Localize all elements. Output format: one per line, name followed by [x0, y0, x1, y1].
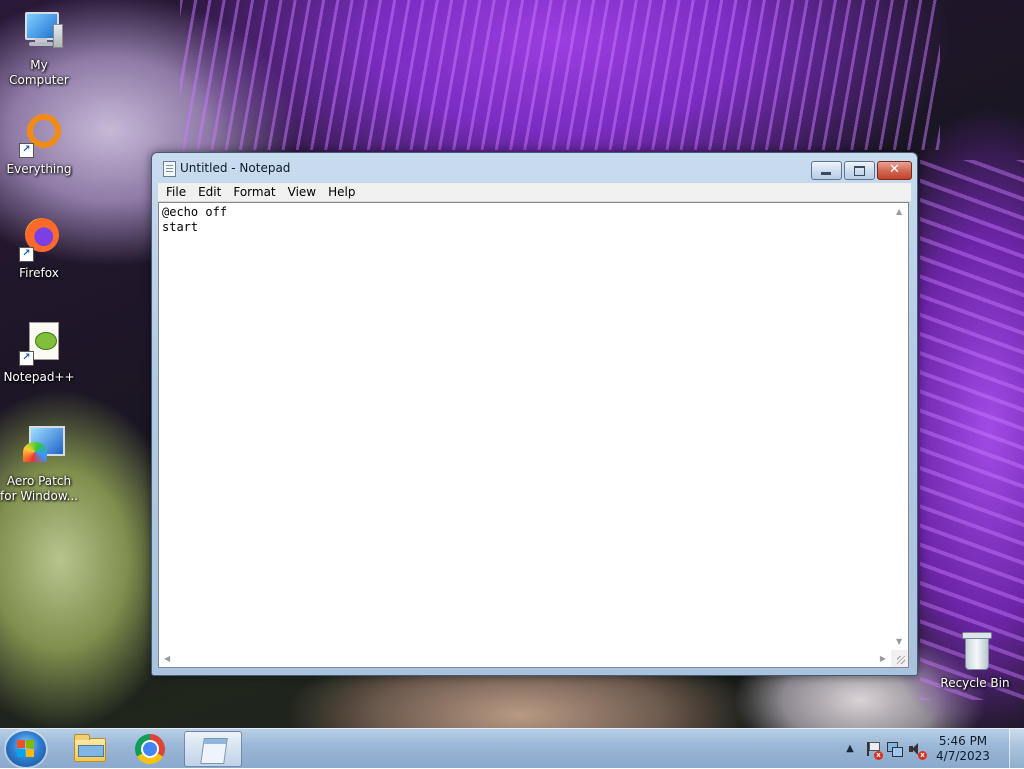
horizontal-scrollbar[interactable]: ◀ ▶ [159, 650, 891, 667]
close-button[interactable]: ✕ [877, 161, 912, 180]
chrome-icon [135, 734, 165, 764]
title-bar[interactable]: Untitled - Notepad ✕ [152, 153, 917, 183]
computer-icon [15, 8, 63, 56]
recycle-bin-icon [951, 632, 999, 674]
taskbar-chrome-button[interactable] [122, 731, 178, 767]
desktop-icon-firefox[interactable]: ↗ Firefox [0, 216, 78, 281]
vertical-scrollbar[interactable]: ▲ ▼ [891, 203, 908, 650]
notepad-window[interactable]: Untitled - Notepad ✕ File Edit Format View H… [151, 152, 918, 676]
windows-logo-icon [17, 740, 35, 758]
desktop-icon-label: Everything [6, 162, 72, 176]
desktop-icon-notepadpp[interactable]: ↗ Notepad++ [0, 320, 78, 385]
show-hidden-icons-chevron-icon[interactable]: ▲ [842, 741, 858, 757]
scroll-down-arrow-icon[interactable]: ▼ [896, 638, 902, 646]
scroll-right-arrow-icon[interactable]: ▶ [880, 655, 886, 663]
show-desktop-button[interactable] [1009, 729, 1024, 769]
desktop-icon-my-computer[interactable]: My Computer [0, 8, 78, 88]
desktop-icon-label: Aero Patch for Window... [0, 474, 78, 503]
menu-bar: File Edit Format View Help [158, 183, 911, 202]
scroll-left-arrow-icon[interactable]: ◀ [164, 655, 170, 663]
clock[interactable]: 5:46 PM 4/7/2023 [928, 734, 998, 764]
resize-grip[interactable] [891, 650, 908, 667]
close-icon: ✕ [889, 162, 900, 177]
shortcut-arrow-icon: ↗ [19, 247, 34, 262]
clock-date: 4/7/2023 [936, 749, 990, 763]
shortcut-arrow-icon: ↗ [19, 143, 34, 158]
menu-view[interactable]: View [282, 183, 322, 201]
shortcut-arrow-icon: ↗ [19, 351, 34, 366]
notepadpp-icon: ↗ [15, 320, 63, 368]
minimize-button[interactable] [811, 161, 842, 180]
menu-help[interactable]: Help [322, 183, 361, 201]
taskbar-notepad-button[interactable] [184, 731, 242, 767]
desktop: My Computer ↗ Everything ↗ Firefox ↗ Not… [0, 0, 1024, 728]
network-icon[interactable] [886, 741, 903, 757]
desktop-icon-label: Notepad++ [3, 370, 75, 384]
desktop-icon-label: My Computer [9, 58, 69, 87]
desktop-icon-recycle-bin[interactable]: Recycle Bin [936, 632, 1014, 691]
notepad-icon [200, 738, 228, 764]
editor-text[interactable]: @echo off start [162, 205, 888, 649]
aero-patch-icon [15, 424, 65, 472]
menu-format[interactable]: Format [227, 183, 281, 201]
system-tray: ▲ x x 5:46 PM 4/7/2023 [834, 729, 1024, 769]
taskbar-explorer-button[interactable] [62, 731, 118, 767]
scroll-up-arrow-icon[interactable]: ▲ [896, 208, 902, 216]
wallpaper-detail [180, 0, 940, 150]
desktop-icon-aero-patch[interactable]: Aero Patch for Window... [0, 424, 78, 504]
desktop-icon-label: Recycle Bin [940, 676, 1010, 690]
firefox-icon: ↗ [15, 216, 63, 264]
wallpaper-detail [920, 160, 1024, 700]
maximize-button[interactable] [844, 161, 875, 180]
window-title: Untitled - Notepad [180, 161, 291, 175]
taskbar: ▲ x x 5:46 PM 4/7/2023 [0, 728, 1024, 769]
action-center-flag-icon[interactable]: x [864, 741, 883, 760]
desktop-icon-label: Firefox [19, 266, 59, 280]
notepad-icon [163, 161, 176, 177]
menu-file[interactable]: File [160, 183, 192, 201]
desktop-icon-everything[interactable]: ↗ Everything [0, 112, 78, 177]
volume-muted-icon[interactable]: x [908, 741, 927, 760]
clock-time: 5:46 PM [938, 734, 988, 748]
everything-search-icon: ↗ [15, 112, 63, 160]
folder-icon [74, 734, 106, 762]
start-button[interactable] [6, 731, 46, 767]
menu-edit[interactable]: Edit [192, 183, 227, 201]
text-editor[interactable]: @echo off start ▲ ▼ ◀ ▶ [158, 202, 909, 668]
